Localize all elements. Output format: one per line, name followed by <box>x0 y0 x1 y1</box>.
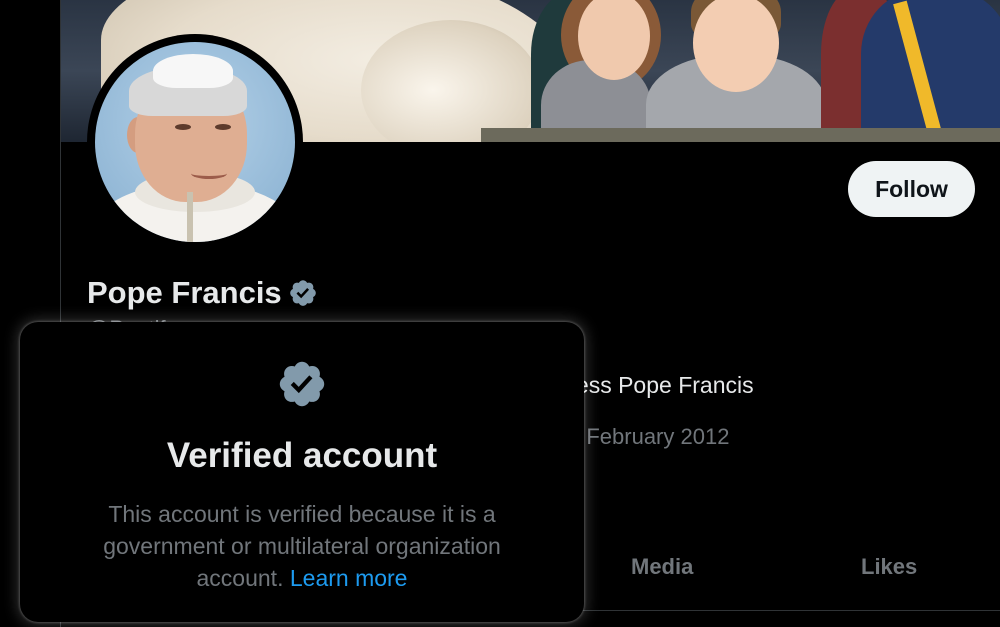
hovercard-title: Verified account <box>166 436 438 475</box>
verified-badge-icon[interactable] <box>288 278 318 308</box>
hovercard-body: This account is verified because it is a… <box>80 498 524 594</box>
verified-badge-icon <box>276 358 328 415</box>
profile-avatar[interactable] <box>87 34 303 250</box>
follow-button[interactable]: Follow <box>848 161 975 217</box>
verified-account-hovercard: Verified account This account is verifie… <box>20 322 584 622</box>
avatar-eye <box>175 124 191 130</box>
avatar-eye <box>215 124 231 130</box>
profile-bio: iness Pope Francis <box>558 372 754 398</box>
avatar-mouth <box>191 168 227 179</box>
tab-media[interactable]: Media <box>631 554 693 580</box>
banner-rail <box>481 128 1000 142</box>
avatar-chain <box>187 192 193 242</box>
learn-more-link[interactable]: Learn more <box>290 565 408 591</box>
profile-display-name: Pope Francis <box>87 275 282 310</box>
avatar-zucchetto <box>153 54 233 88</box>
tab-likes[interactable]: Likes <box>861 554 917 580</box>
profile-joined-date: d February 2012 <box>568 424 730 449</box>
profile-name-row: Pope Francis <box>87 276 318 310</box>
avatar-photo <box>95 42 295 242</box>
